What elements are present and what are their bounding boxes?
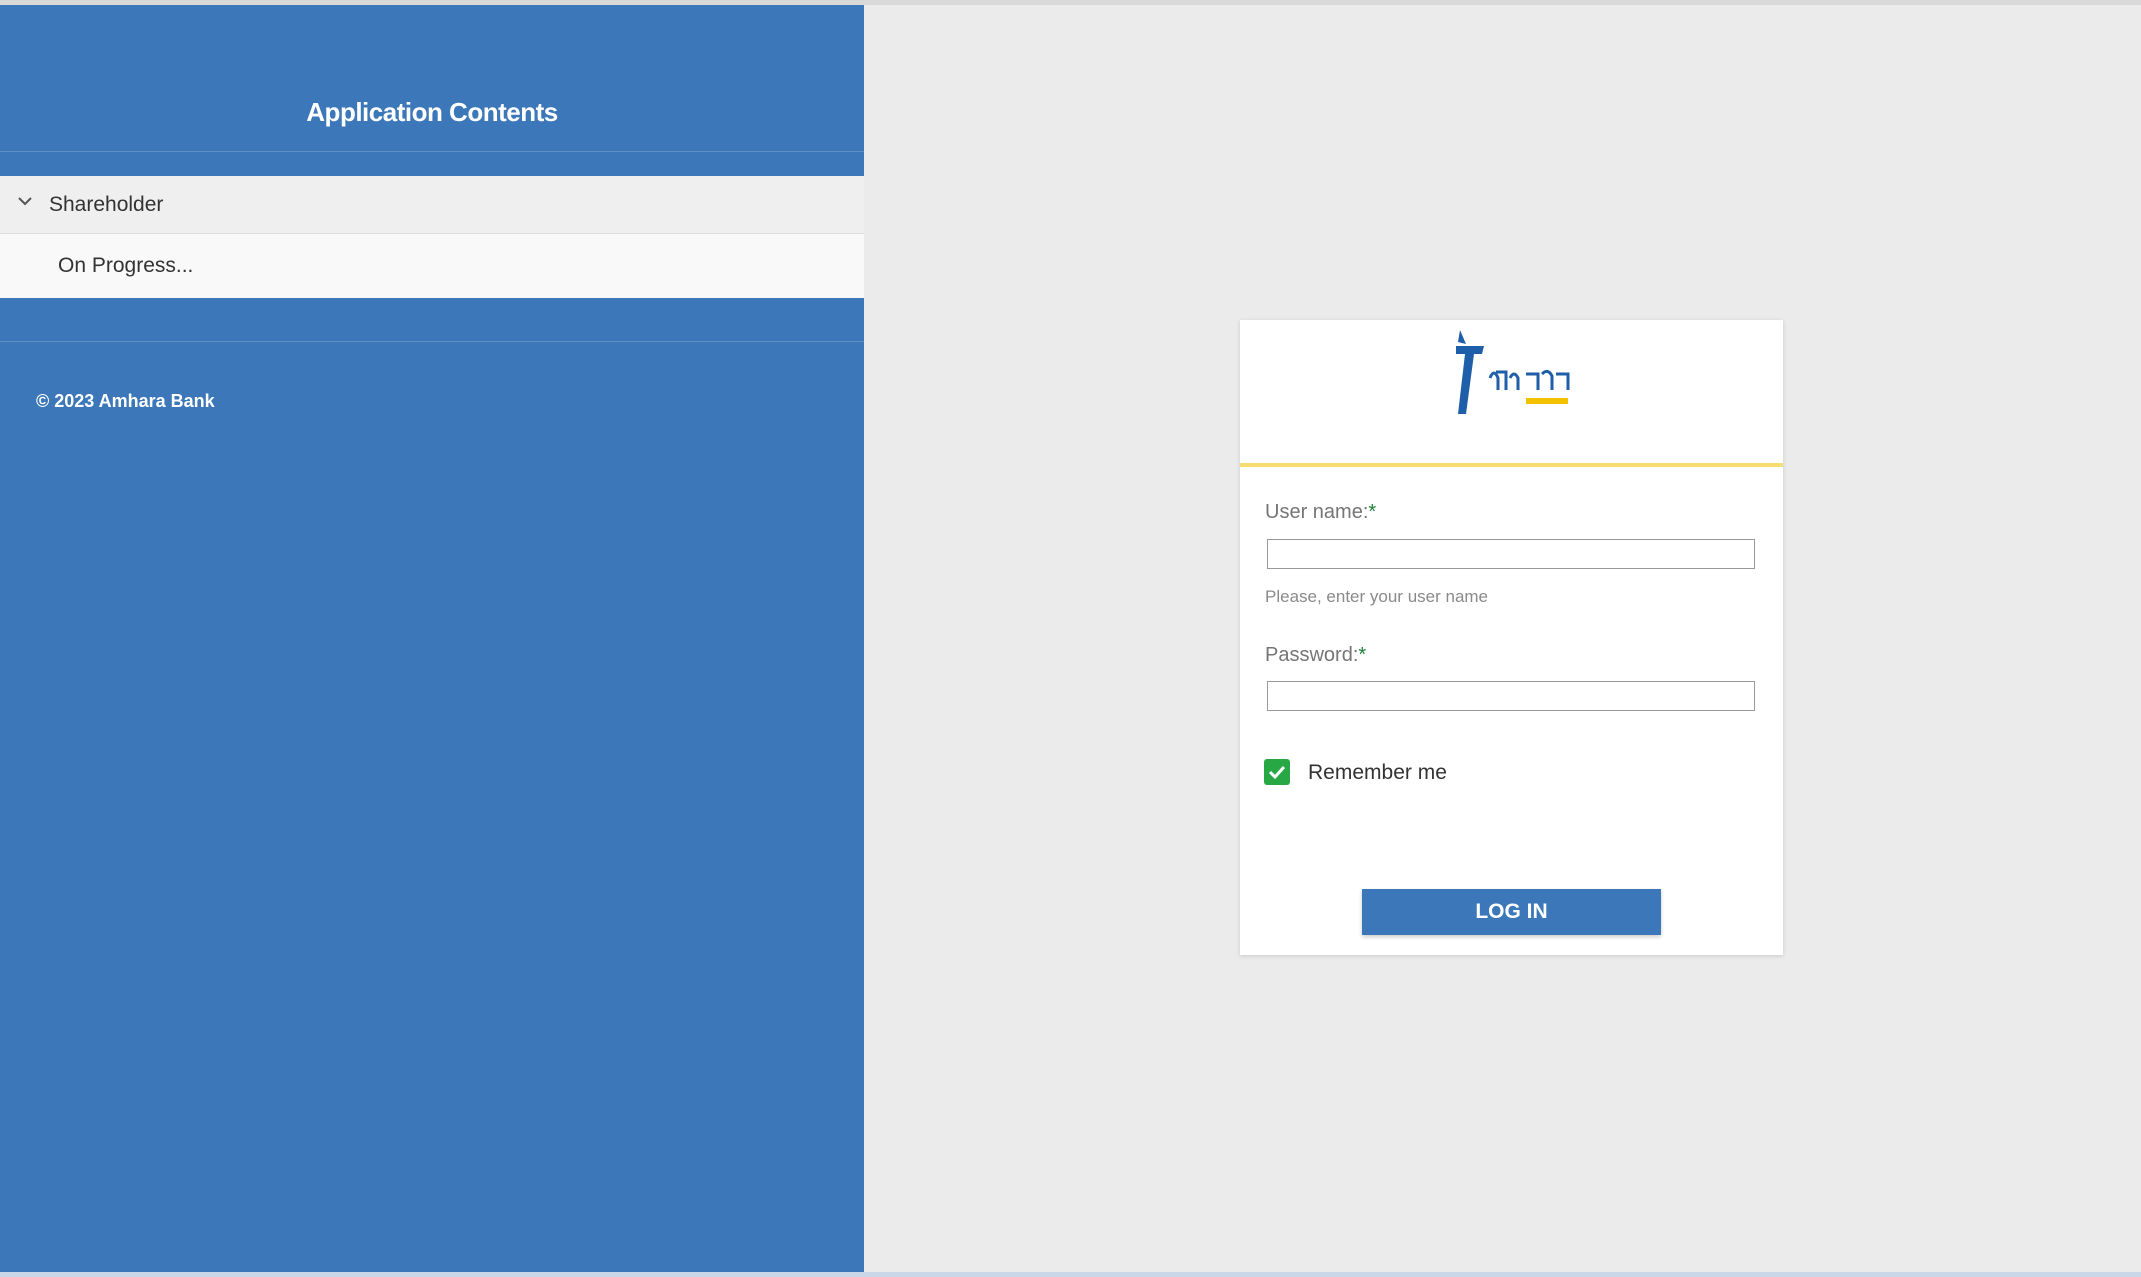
copyright-text: © 2023 Amhara Bank xyxy=(36,391,215,411)
amhara-bank-logo xyxy=(1456,330,1570,414)
bottom-border xyxy=(0,1272,2141,1277)
login-card: User name:* Please, enter your user name… xyxy=(1240,320,1783,955)
nav-item-on-progress[interactable]: On Progress... xyxy=(0,234,864,298)
sidebar-title: Application Contents xyxy=(306,97,558,127)
password-input[interactable] xyxy=(1267,681,1755,711)
username-input[interactable] xyxy=(1267,539,1755,569)
remember-me-checkbox[interactable] xyxy=(1264,759,1290,785)
login-button[interactable]: LOG IN xyxy=(1362,889,1661,935)
nav-group-header[interactable]: Shareholder xyxy=(0,176,864,234)
nav-group-label: Shareholder xyxy=(49,193,164,216)
login-card-header xyxy=(1240,320,1783,467)
sidebar-divider xyxy=(0,151,864,152)
remember-me-label[interactable]: Remember me xyxy=(1308,761,1447,785)
username-hint: Please, enter your user name xyxy=(1265,587,1489,606)
chevron-down-icon xyxy=(18,197,32,206)
username-label: User name:* xyxy=(1265,501,1377,523)
password-label: Password:* xyxy=(1265,644,1367,666)
nav-item-label: On Progress... xyxy=(58,254,194,277)
check-icon xyxy=(1268,765,1286,780)
sidebar-divider xyxy=(0,341,864,342)
sidebar: Application Contents Shareholder On Prog… xyxy=(0,5,864,1272)
nav-group-shareholder: Shareholder On Progress... xyxy=(0,176,864,298)
